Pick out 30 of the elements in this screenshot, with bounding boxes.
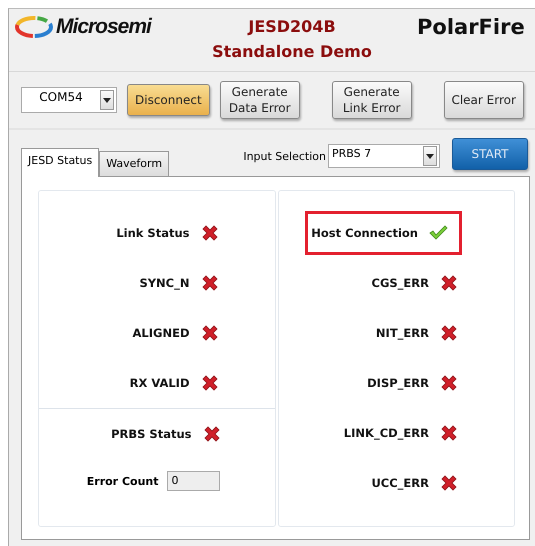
toolbar-button[interactable]: Generate Link Error: [332, 81, 412, 119]
logo-icon: [15, 15, 53, 39]
status-label: DISP_ERR: [367, 376, 429, 390]
tab[interactable]: JESD Status: [21, 148, 100, 177]
app-title: JESD204B: [248, 17, 336, 37]
status-label: RX VALID: [130, 376, 190, 390]
error-count-label: Error Count: [86, 474, 158, 488]
caret-icon: [426, 154, 434, 158]
start-button[interactable]: START: [452, 138, 528, 170]
logo-text: Microsemi: [56, 15, 151, 39]
status-label: ALIGNED: [132, 326, 190, 340]
toolbar-button[interactable]: Clear Error: [444, 81, 524, 119]
toolbar-button[interactable]: Disconnect: [127, 84, 210, 116]
toolbar-button[interactable]: Generate Data Error: [220, 81, 300, 119]
input-selection-dropdown[interactable]: PRBS 7: [328, 144, 440, 168]
status-label: LINK_CD_ERR: [344, 426, 429, 440]
status-label: PRBS Status: [111, 427, 192, 441]
status-label: CGS_ERR: [372, 276, 429, 290]
error-count-field: 0: [166, 471, 220, 491]
input-selection-label: Input Selection: [243, 150, 326, 162]
tab[interactable]: Waveform: [99, 151, 170, 176]
port-dropdown[interactable]: COM54: [21, 87, 117, 113]
caret-icon: [103, 98, 111, 102]
app-title: Standalone Demo: [212, 42, 372, 62]
product-name: PolarFire: [417, 15, 525, 39]
status-label: NIT_ERR: [376, 326, 429, 340]
status-label: Host Connection: [311, 226, 418, 240]
status-label: UCC_ERR: [371, 476, 429, 490]
status-label: Link Status: [116, 226, 190, 240]
status-label: SYNC_N: [139, 276, 190, 290]
